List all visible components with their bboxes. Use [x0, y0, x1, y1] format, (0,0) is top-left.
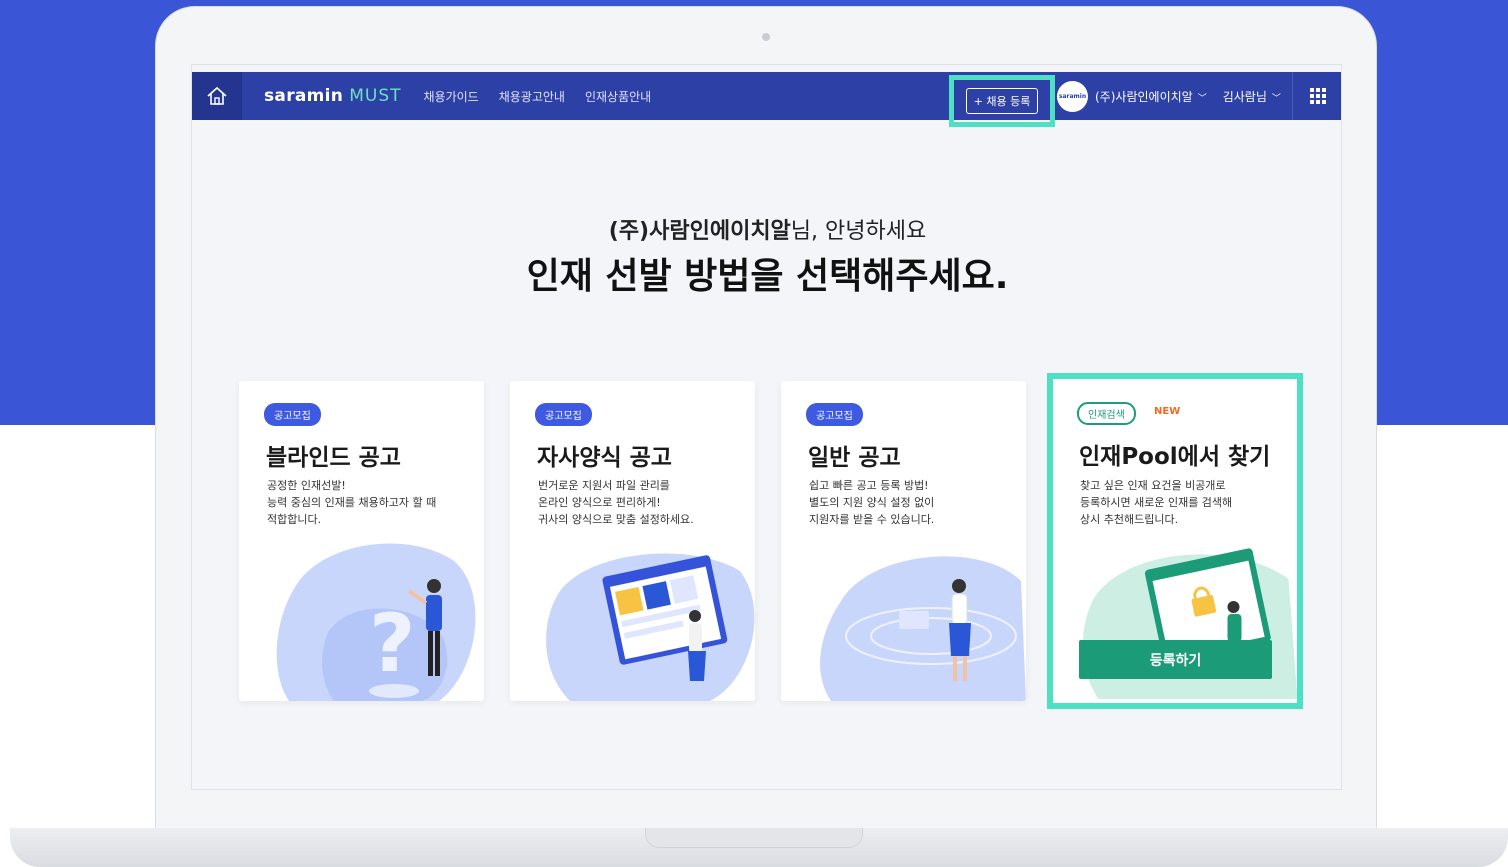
desc-line: 번거로운 지원서 파일 관리를 — [538, 479, 670, 492]
desc-line: 쉽고 빠른 공고 등록 방법! — [809, 479, 929, 492]
company-avatar: saramin — [1057, 80, 1088, 112]
user-name: 김사람님 — [1222, 89, 1267, 104]
logo-must: MUST — [349, 86, 402, 106]
card-title: 블라인드 공고 — [266, 445, 401, 471]
desc-line: 능력 중심의 인재를 채용하고자 할 때 — [267, 496, 437, 509]
greeting-suffix: 님, 안녕하세요 — [790, 219, 927, 244]
home-button[interactable] — [192, 72, 242, 120]
user-dropdown[interactable]: 김사람님 ﹀ — [1223, 88, 1281, 105]
card-title: 일반 공고 — [808, 445, 901, 471]
laptop-notch — [645, 828, 863, 848]
logo-text: saramin — [264, 86, 344, 106]
question-person-illustration: ? — [276, 543, 476, 701]
desc-line: 별도의 지원 양식 설정 없이 — [809, 496, 935, 509]
desc-line: 온라인 양식으로 편리하게! — [538, 496, 661, 509]
nav-item-product-info[interactable]: 인재상품안내 — [585, 88, 651, 105]
card-badge: 공고모집 — [806, 403, 863, 426]
nav-item-recruit-guide[interactable]: 채용가이드 — [424, 88, 479, 105]
account-area: saramin (주)사람인에이치알 ﹀ 김사람님 ﹀ — [1057, 72, 1281, 120]
card-general-posting[interactable]: 공고모집 일반 공고 쉽고 빠른 공고 등록 방법! 별도의 지원 양식 설정 … — [781, 381, 1026, 701]
card-badge: 인재검색 — [1077, 402, 1136, 425]
home-icon — [207, 86, 227, 105]
greeting: (주)사람인에이치알님, 안녕하세요 — [192, 213, 1341, 245]
company-name: (주)사람인에이치알 — [1095, 89, 1193, 104]
chevron-down-icon: ﹀ — [1197, 93, 1207, 104]
greeting-company: (주)사람인에이치알 — [608, 219, 791, 244]
company-dropdown[interactable]: (주)사람인에이치알 ﹀ — [1095, 88, 1207, 105]
desc-line: 등록하시면 새로운 인재를 검색해 — [1080, 496, 1233, 509]
form-screen-illustration — [546, 553, 755, 701]
desc-line: 찾고 싶은 인재 요건을 비공개로 — [1080, 479, 1226, 492]
grid-icon — [1310, 88, 1326, 104]
card-blind-posting[interactable]: 공고모집 블라인드 공고 공정한 인재선발! 능력 중심의 인재를 채용하고자 … — [239, 381, 484, 701]
card-title: 인재Pool에서 찾기 — [1079, 444, 1271, 470]
saramin-logo[interactable]: saramin MUST — [264, 86, 402, 106]
top-navbar: saramin MUST 채용가이드 채용광고안내 인재상품안내 + 채용 등록 … — [192, 72, 1341, 127]
card-custom-form-posting[interactable]: 공고모집 자사양식 공고 번거로운 지원서 파일 관리를 온라인 양식으로 편리… — [510, 381, 755, 701]
laptop-screen: saramin MUST 채용가이드 채용광고안내 인재상품안내 + 채용 등록 … — [191, 64, 1342, 790]
card-talent-pool[interactable]: 인재검색 NEW 인재Pool에서 찾기 찾고 싶은 인재 요건을 비공개로 등… — [1053, 379, 1297, 703]
card-badge: 공고모집 — [264, 403, 321, 426]
nav-menu: 채용가이드 채용광고안내 인재상품안내 — [424, 88, 652, 105]
register-highlight: + 채용 등록 — [949, 75, 1055, 127]
laptop-person-illustration — [820, 556, 1026, 701]
register-job-button[interactable]: + 채용 등록 — [965, 88, 1039, 114]
chevron-down-icon: ﹀ — [1271, 93, 1281, 104]
new-label: NEW — [1154, 406, 1181, 417]
svg-text:?: ? — [369, 597, 415, 690]
card-badge: 공고모집 — [535, 403, 592, 426]
nav-item-ad-info[interactable]: 채용광고안내 — [499, 88, 565, 105]
card-title: 자사양식 공고 — [537, 445, 672, 471]
apps-menu-button[interactable] — [1292, 72, 1341, 120]
register-button[interactable]: 등록하기 — [1079, 640, 1272, 679]
camera-dot — [762, 33, 770, 41]
desc-line: 공정한 인재선발! — [267, 479, 346, 492]
page-title: 인재 선발 방법을 선택해주세요. — [526, 256, 1009, 297]
